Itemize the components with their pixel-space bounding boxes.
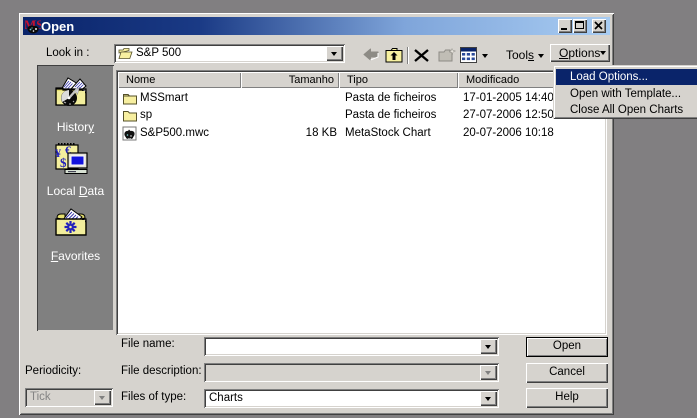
svg-text:$: $: [60, 155, 67, 170]
